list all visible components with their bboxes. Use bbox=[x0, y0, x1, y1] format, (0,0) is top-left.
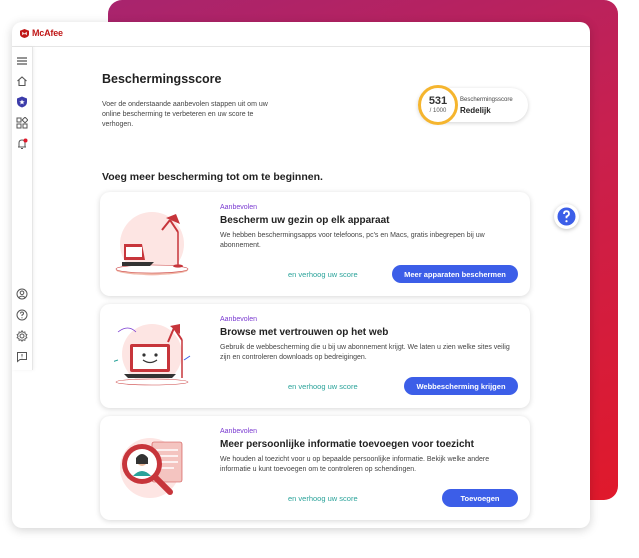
mcafee-logo: McAfee bbox=[20, 28, 63, 38]
card-score-link[interactable]: en verhoog uw score bbox=[288, 494, 358, 503]
shield-icon[interactable] bbox=[16, 96, 28, 108]
score-rating: Redelijk bbox=[460, 106, 491, 115]
card-title: Bescherm uw gezin op elk apparaat bbox=[220, 215, 390, 226]
protect-devices-button[interactable]: Meer apparaten beschermen bbox=[392, 265, 518, 283]
card-score-link[interactable]: en verhoog uw score bbox=[288, 382, 358, 391]
add-info-button[interactable]: Toevoegen bbox=[442, 489, 518, 507]
card-score-link[interactable]: en verhoog uw score bbox=[288, 270, 358, 279]
recommendation-card-personal-info: Aanbevolen Meer persoonlijke informatie … bbox=[100, 416, 530, 520]
card-description: Gebruik de webbescherming die u bij uw a… bbox=[220, 344, 510, 361]
sidebar bbox=[12, 47, 33, 370]
card-tag: Aanbevolen bbox=[220, 316, 257, 323]
score-ring: 531 / 1000 bbox=[418, 85, 458, 125]
app-window: McAfee Beschermingsscore Voer de onderst… bbox=[12, 22, 590, 528]
score-card[interactable]: 531 / 1000 Beschermingsscore Redelijk bbox=[418, 85, 528, 125]
card-tag: Aanbevolen bbox=[220, 428, 257, 435]
mcafee-shield-icon bbox=[20, 28, 29, 38]
page-title: Beschermingsscore bbox=[102, 72, 222, 86]
card-description: We hebben beschermingsapps voor telefoon… bbox=[220, 232, 485, 249]
menu-icon[interactable] bbox=[16, 55, 28, 67]
logo-text: McAfee bbox=[32, 28, 63, 38]
alert-bell-icon[interactable] bbox=[16, 138, 28, 150]
score-max: / 1000 bbox=[429, 108, 447, 114]
magnifier-id-illustration bbox=[120, 438, 183, 498]
card-title: Browse met vertrouwen op het web bbox=[220, 327, 389, 338]
score-value: 531 bbox=[428, 95, 448, 107]
get-web-protection-button[interactable]: Webbescherming krijgen bbox=[404, 377, 518, 395]
title-bar: McAfee bbox=[12, 22, 590, 47]
card-title: Meer persoonlijke informatie toevoegen v… bbox=[220, 439, 474, 450]
score-label: Beschermingsscore bbox=[460, 97, 513, 103]
laptop-lamp-illustration bbox=[115, 212, 189, 276]
home-icon[interactable] bbox=[16, 75, 28, 87]
card-tag: Aanbevolen bbox=[220, 204, 257, 211]
question-help-icon[interactable] bbox=[554, 204, 579, 229]
apps-grid-icon[interactable] bbox=[16, 117, 28, 129]
help-icon[interactable] bbox=[16, 309, 28, 321]
card-description: We houden al toezicht voor u op bepaalde… bbox=[220, 456, 490, 473]
section-heading: Voeg meer bescherming tot om te beginnen… bbox=[102, 171, 323, 183]
recommendation-card-web: Aanbevolen Browse met vertrouwen op het … bbox=[100, 304, 530, 408]
account-icon[interactable] bbox=[16, 288, 28, 300]
settings-icon[interactable] bbox=[16, 330, 28, 342]
page-description: Voer de onderstaande aanbevolen stappen … bbox=[102, 101, 268, 128]
smiling-laptop-illustration bbox=[114, 324, 191, 386]
feedback-icon[interactable] bbox=[16, 351, 28, 363]
recommendation-card-devices: Aanbevolen Bescherm uw gezin op elk appa… bbox=[100, 192, 530, 296]
